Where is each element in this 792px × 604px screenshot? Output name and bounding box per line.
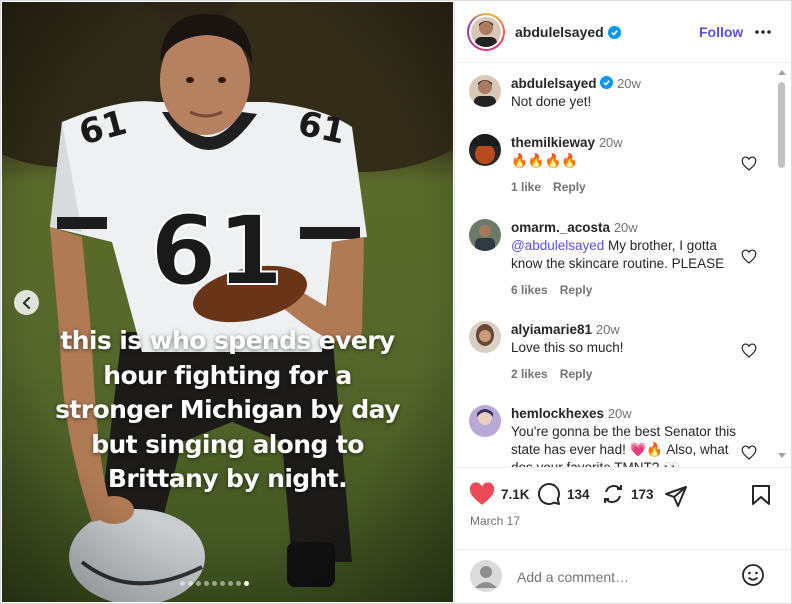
comment-text: Not done yet!: [511, 94, 592, 109]
emoji-picker-icon[interactable]: [741, 563, 765, 587]
comment-text-block: @abdulelsayed My brother, I gotta know t…: [511, 237, 751, 273]
like-comment-heart-icon[interactable]: [741, 249, 757, 265]
avatar[interactable]: [469, 219, 501, 251]
verified-badge-icon: [607, 25, 621, 39]
carousel-dot-active: [244, 581, 249, 586]
carousel-dot: [180, 581, 185, 586]
repost-count[interactable]: 173: [631, 487, 654, 502]
scroll-down-arrow-icon[interactable]: [778, 453, 786, 458]
post-media[interactable]: 61 61 61 this is who spends every hour f…: [2, 2, 453, 602]
chevron-left-icon: [21, 296, 30, 309]
post-date[interactable]: March 17: [470, 514, 520, 528]
comments-list[interactable]: abdulelsayed 20w Not done yet! themilkie…: [455, 63, 791, 467]
add-comment-input[interactable]: [515, 568, 729, 586]
avatar[interactable]: [469, 134, 501, 166]
post-actions: 7.1K 134 173 March 17: [455, 467, 791, 550]
comment-username[interactable]: alyiamarie81: [511, 322, 592, 337]
caption-line: but singing along to: [91, 429, 364, 459]
add-comment-bar: [455, 549, 791, 603]
carousel-dot: [188, 581, 193, 586]
comment-username[interactable]: omarm._acosta: [511, 220, 610, 235]
author-username-text[interactable]: abdulelsayed: [515, 24, 604, 40]
comment-username[interactable]: abdulelsayed: [511, 76, 597, 91]
author-username[interactable]: abdulelsayed: [515, 24, 621, 40]
repost-icon: [604, 485, 622, 503]
comment-meta: 1 like Reply: [511, 178, 751, 196]
comment-mention-link[interactable]: @abdulelsayed: [511, 238, 604, 253]
comment-time[interactable]: 20w: [614, 220, 638, 235]
post-sidebar: abdulelsayed Follow abdulelsayed 20w Not…: [454, 2, 791, 603]
more-options-icon[interactable]: [753, 22, 773, 42]
carousel-dot: [204, 581, 209, 586]
comment-text: You're gonna be the best Senator this st…: [511, 424, 736, 467]
author-avatar[interactable]: [467, 13, 505, 51]
caption-line: stronger Michigan by day: [55, 395, 400, 424]
comment-action[interactable]: 134: [537, 482, 590, 506]
reply-button[interactable]: Reply: [560, 367, 593, 381]
scroll-thumb[interactable]: [778, 82, 785, 168]
follow-button[interactable]: Follow: [699, 24, 743, 40]
comment-username[interactable]: hemlockhexes: [511, 406, 604, 421]
like-comment-heart-icon[interactable]: [741, 156, 757, 172]
post-caption-overlay: this is who spends every hour fighting f…: [2, 324, 453, 497]
caption-line: this is who spends every: [60, 326, 395, 355]
carousel-indicator: [180, 581, 249, 586]
comment-text: Love this so much!: [511, 340, 624, 355]
avatar[interactable]: [469, 75, 501, 107]
reply-button[interactable]: Reply: [553, 180, 586, 194]
avatar[interactable]: [469, 405, 501, 437]
avatar[interactable]: [469, 321, 501, 353]
like-action[interactable]: 7.1K: [469, 482, 530, 506]
like-comment-heart-icon[interactable]: [741, 445, 757, 461]
repost-action[interactable]: 173: [601, 482, 654, 506]
comment-meta: 2 likes Reply: [511, 365, 751, 383]
post-header: abdulelsayed Follow: [455, 2, 791, 63]
carousel-dot: [220, 581, 225, 586]
user-avatar-placeholder-icon: [470, 560, 502, 592]
comment-likes[interactable]: 6 likes: [511, 283, 548, 297]
comment-likes[interactable]: 1 like: [511, 180, 541, 194]
save-bookmark-icon[interactable]: [751, 484, 771, 506]
carousel-dot: [228, 581, 233, 586]
post-photo: 61 61 61: [2, 2, 453, 602]
heart-filled-icon: [469, 482, 495, 505]
reply-button[interactable]: Reply: [560, 283, 593, 297]
post-dialog: 61 61 61 this is who spends every hour f…: [0, 0, 792, 604]
caption-line: hour fighting for a: [103, 360, 352, 390]
like-count[interactable]: 7.1K: [501, 487, 530, 502]
comment-text: 🔥🔥🔥🔥: [511, 153, 579, 168]
comment-time[interactable]: 20w: [608, 406, 632, 421]
carousel-dot: [236, 581, 241, 586]
comment-time[interactable]: 20w: [617, 76, 641, 91]
like-comment-heart-icon[interactable]: [741, 343, 757, 359]
comment-username[interactable]: themilkieway: [511, 135, 595, 150]
comment-time[interactable]: 20w: [596, 322, 620, 337]
comment-time[interactable]: 20w: [599, 135, 623, 150]
comments-scrollbar[interactable]: [775, 64, 787, 464]
verified-badge-icon: [600, 76, 614, 89]
scroll-up-arrow-icon[interactable]: [778, 70, 786, 75]
carousel-dot: [212, 581, 217, 586]
caption-line: Brittany by night.: [107, 464, 348, 493]
carousel-dot: [196, 581, 201, 586]
carousel-prev-button[interactable]: [14, 290, 39, 315]
avatar-image: [471, 17, 501, 47]
share-send-icon[interactable]: [664, 484, 688, 508]
comment-meta: 6 likes Reply: [511, 281, 751, 299]
comment-count[interactable]: 134: [567, 487, 590, 502]
comment-bubble-icon: [538, 483, 560, 505]
comment-likes[interactable]: 2 likes: [511, 367, 548, 381]
